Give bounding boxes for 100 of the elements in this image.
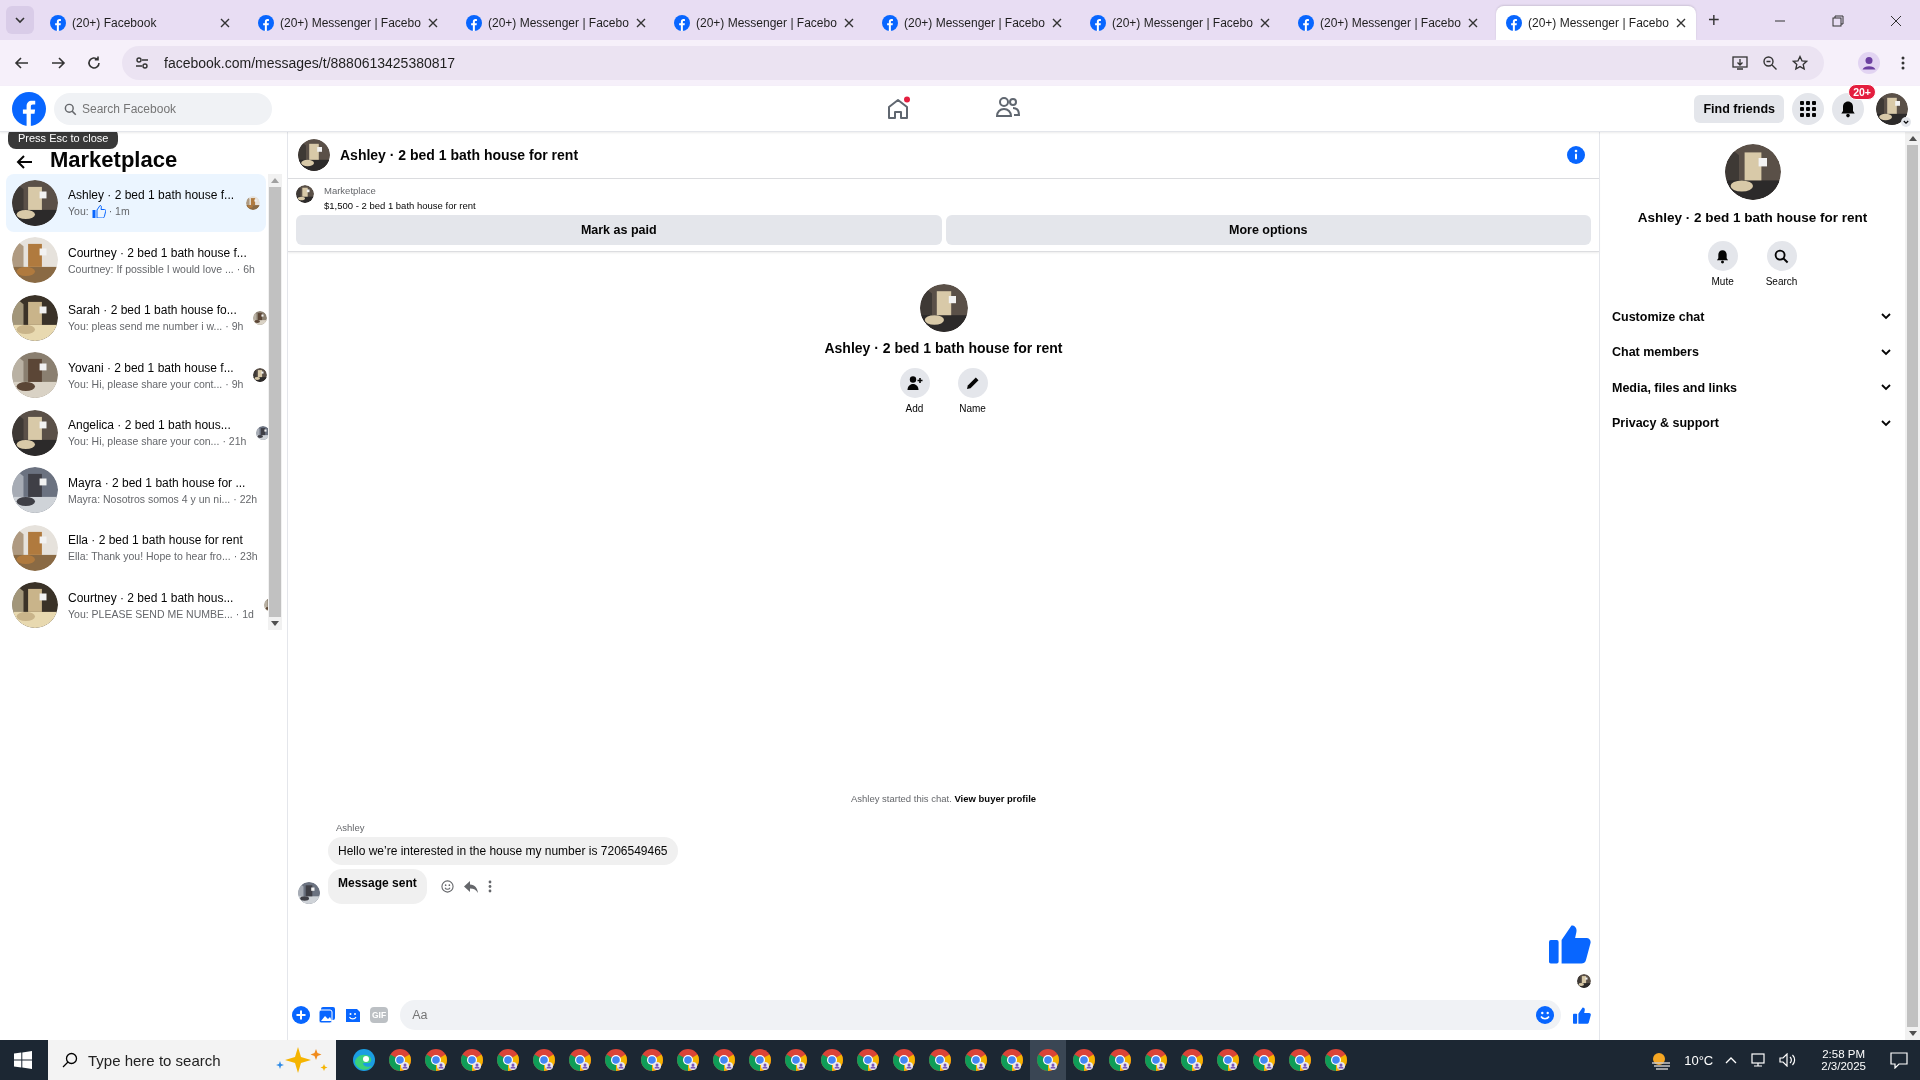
conversation-title: Sarah · 2 bed 1 bath house fo... — [68, 303, 238, 318]
menu-button[interactable] — [1792, 92, 1824, 125]
image-icon[interactable] — [318, 1006, 336, 1024]
message-preview: Courtney: If possible I would love ... — [68, 262, 234, 275]
action-label: Search — [1765, 276, 1798, 287]
action-button[interactable] — [1766, 241, 1797, 271]
conversation-item[interactable]: Mayra · 2 bed 1 bath house for ... Mayra: Nosotros somos 4 y un ni... · 22h — [6, 461, 266, 519]
conversation-item[interactable]: Ashley · 2 bed 1 bath house f... You: · 1m — [6, 174, 266, 232]
message-time: · 1m — [108, 205, 130, 218]
action-button[interactable] — [1707, 241, 1738, 271]
action-button[interactable] — [899, 368, 930, 398]
taskbar-search-field[interactable]: Type here to search — [48, 1040, 336, 1080]
listing-action-button[interactable]: More options — [945, 215, 1591, 245]
bookmark-star-icon[interactable] — [1792, 55, 1808, 71]
listing-action-button[interactable]: Mark as paid — [296, 215, 942, 245]
info-icon[interactable] — [1567, 146, 1585, 164]
sticker-icon[interactable] — [344, 1006, 362, 1024]
emoji-icon[interactable] — [440, 880, 454, 893]
browser-tab[interactable]: (20+) Messenger | Facebo — [1080, 6, 1280, 40]
windows-start-icon[interactable] — [14, 1051, 32, 1069]
emoji-icon[interactable] — [1536, 1006, 1554, 1024]
action-label: Name — [959, 403, 986, 414]
conversation-item[interactable]: Angelica · 2 bed 1 bath hous... You: Hi, please share your con... · 21h — [6, 404, 266, 462]
browser-tab[interactable]: (20+) Messenger | Facebo — [456, 6, 656, 40]
caret-icon[interactable] — [1901, 116, 1911, 127]
browser-tab[interactable]: (20+) Messenger | Facebo — [248, 6, 448, 40]
close-icon[interactable] — [1468, 18, 1478, 28]
search-field[interactable]: Search Facebook — [54, 92, 272, 125]
address-field[interactable]: facebook.com/messages/t/8880613425380817 — [122, 46, 1824, 80]
details-section[interactable]: Chat members — [1612, 334, 1891, 370]
browser-icon — [1036, 1048, 1060, 1072]
tab-search-button[interactable] — [6, 6, 34, 34]
message-preview: You: PLEASE SEND ME NUMBE... — [68, 607, 233, 620]
browser-tab[interactable]: (20+) Messenger | Facebo — [1288, 6, 1488, 40]
conversation-item[interactable]: Courtney · 2 bed 1 bath house f... Courtney: If possible I would love ... · 6h — [6, 231, 266, 289]
details-section[interactable]: Privacy & support — [1612, 405, 1891, 441]
plus-icon[interactable] — [292, 1006, 310, 1024]
chat-title: Ashley · 2 bed 1 bath house for rent — [340, 147, 579, 163]
profile-icon[interactable] — [1858, 52, 1880, 74]
reload-icon[interactable] — [86, 55, 102, 71]
search-icon — [1774, 248, 1789, 264]
scroll-down-icon[interactable] — [271, 621, 279, 627]
find-friends-button[interactable]: Find friends — [1694, 94, 1784, 123]
facebook-logo-icon — [1298, 15, 1314, 31]
zoom-icon[interactable] — [1762, 55, 1778, 71]
install-icon[interactable] — [1732, 55, 1748, 71]
notification-center-icon[interactable] — [1890, 1051, 1908, 1069]
browser-icon — [532, 1048, 556, 1072]
chat-notice: Ashley started this chat. View buyer profile — [849, 793, 1038, 804]
tab-title: (20+) Messenger | Facebo — [280, 16, 422, 30]
close-icon[interactable] — [844, 18, 854, 28]
browser-tab[interactable]: (20+) Messenger | Facebo — [664, 6, 864, 40]
close-icon[interactable] — [1052, 18, 1062, 28]
more-icon[interactable] — [1900, 55, 1906, 71]
forward-icon[interactable] — [50, 55, 66, 71]
message-time: · 1d — [235, 607, 254, 620]
scrollbar[interactable] — [268, 174, 282, 630]
conversation-item[interactable]: Sarah · 2 bed 1 bath house fo... You: pleas send me number i w... · 9h — [6, 289, 266, 347]
browser-tab[interactable]: (20+) Messenger | Facebo — [872, 6, 1072, 40]
message-preview: You: pleas send me number i w... — [68, 320, 223, 333]
details-section[interactable]: Media, files and links — [1612, 370, 1891, 406]
clock-date: 2/3/2025 — [1821, 1060, 1866, 1072]
close-icon[interactable] — [1890, 15, 1902, 27]
conversation-item[interactable]: Yovani · 2 bed 1 bath house f... You: Hi, please share your cont... · 9h — [6, 346, 266, 404]
close-icon[interactable] — [428, 18, 438, 28]
taskbar-app[interactable] — [1030, 1040, 1066, 1080]
browser-tab[interactable]: (20+) Messenger | Facebo — [1496, 6, 1696, 40]
message-bubble: Message sent — [328, 869, 427, 904]
more-icon[interactable] — [487, 880, 492, 893]
close-icon[interactable] — [1676, 18, 1686, 28]
back-icon[interactable] — [14, 55, 30, 71]
scroll-down-icon[interactable] — [1908, 1031, 1917, 1037]
site-settings-icon[interactable] — [134, 55, 150, 71]
message-time: · 6h — [236, 262, 255, 275]
close-icon[interactable] — [220, 18, 230, 28]
close-icon[interactable] — [636, 18, 646, 28]
reply-icon[interactable] — [463, 880, 478, 893]
action-button[interactable] — [957, 368, 988, 398]
chevron-up-icon[interactable] — [1725, 1056, 1738, 1064]
browser-icon — [568, 1048, 592, 1072]
browser-tab[interactable]: (20+) Facebook — [40, 6, 240, 40]
scrollbar[interactable] — [1905, 132, 1920, 1040]
message-field[interactable]: Aa — [400, 1000, 1561, 1030]
friends-icon[interactable] — [995, 95, 1021, 118]
details-section[interactable]: Customize chat — [1612, 299, 1891, 335]
close-icon[interactable] — [1260, 18, 1270, 28]
back-arrow-icon[interactable] — [16, 153, 34, 171]
conversation-item[interactable]: Ella · 2 bed 1 bath house for rent Ella: Thank you! Hope to hear fro... · 23h — [6, 519, 266, 577]
new-tab-button[interactable]: + — [1708, 9, 1720, 32]
thumbs-up-icon[interactable] — [1573, 1006, 1591, 1024]
section-label: Media, files and links — [1612, 380, 1738, 395]
network-icon[interactable] — [1749, 1053, 1768, 1067]
bell-icon — [1839, 99, 1857, 118]
speaker-icon[interactable] — [1779, 1053, 1798, 1067]
browser-icon — [1072, 1048, 1096, 1072]
conversation-title: Courtney · 2 bed 1 bath hous... — [68, 590, 235, 605]
scroll-up-icon[interactable] — [1908, 135, 1917, 141]
restore-icon[interactable] — [1832, 15, 1844, 27]
listing-source: Marketplace — [324, 185, 377, 196]
home-icon[interactable] — [885, 95, 911, 122]
